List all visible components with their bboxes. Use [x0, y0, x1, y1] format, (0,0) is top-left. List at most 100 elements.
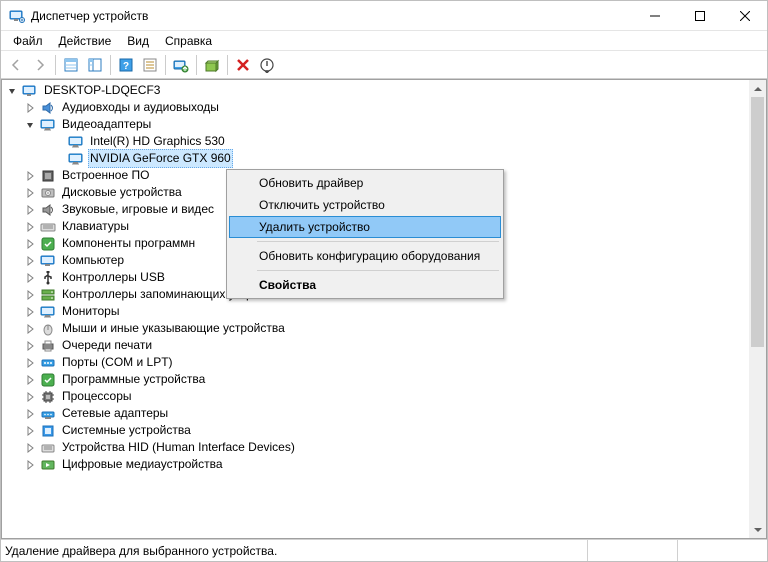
tree-category[interactable]: Аудиовходы и аудиовыходы — [2, 99, 749, 116]
toolbar-disable-button[interactable] — [256, 54, 278, 76]
toolbar-properties-button[interactable] — [139, 54, 161, 76]
device-icon — [40, 423, 56, 439]
context-menu-separator — [257, 270, 499, 271]
app-icon — [9, 8, 25, 24]
titlebar: Диспетчер устройств — [1, 1, 767, 31]
context-menu: Обновить драйверОтключить устройствоУдал… — [226, 169, 504, 299]
expand-icon[interactable] — [24, 340, 36, 352]
maximize-button[interactable] — [677, 1, 722, 30]
close-button[interactable] — [722, 1, 767, 30]
toolbar: ? — [1, 51, 767, 79]
collapse-icon[interactable] — [24, 119, 36, 131]
tree-scroll-region[interactable]: DESKTOP-LDQECF3 Аудиовходы и аудиовыходы… — [2, 80, 749, 538]
tree-node-label: Программные устройства — [60, 371, 207, 388]
tree-device[interactable]: NVIDIA GeForce GTX 960 — [2, 150, 749, 167]
vertical-scrollbar[interactable] — [749, 80, 766, 538]
toolbar-update-driver-button[interactable] — [170, 54, 192, 76]
tree-category[interactable]: Видеоадаптеры — [2, 116, 749, 133]
expand-icon[interactable] — [24, 442, 36, 454]
tree-category[interactable]: Очереди печати — [2, 337, 749, 354]
tree-node-label: Компоненты программн — [60, 235, 197, 252]
menu-action[interactable]: Действие — [51, 32, 120, 50]
expand-icon[interactable] — [24, 323, 36, 335]
tree-node-label: Клавиатуры — [60, 218, 131, 235]
expand-icon[interactable] — [24, 357, 36, 369]
menu-file[interactable]: Файл — [5, 32, 51, 50]
device-icon — [40, 185, 56, 201]
tree-node-label: Мониторы — [60, 303, 121, 320]
toolbar-divider — [55, 55, 56, 75]
expand-icon[interactable] — [24, 238, 36, 250]
tree-node-label: Звуковые, игровые и видес — [60, 201, 216, 218]
context-menu-item[interactable]: Отключить устройство — [229, 194, 501, 216]
expand-icon[interactable] — [24, 289, 36, 301]
tree-category[interactable]: Сетевые адаптеры — [2, 405, 749, 422]
tree-node-label: Видеоадаптеры — [60, 116, 153, 133]
minimize-button[interactable] — [632, 1, 677, 30]
context-menu-item[interactable]: Свойства — [229, 274, 501, 296]
toolbar-uninstall-button[interactable] — [232, 54, 254, 76]
expand-icon[interactable] — [24, 425, 36, 437]
tree-category[interactable]: Процессоры — [2, 388, 749, 405]
tree-node-label: Аудиовходы и аудиовыходы — [60, 99, 221, 116]
tree-root[interactable]: DESKTOP-LDQECF3 — [2, 82, 749, 99]
tree-category[interactable]: Устройства HID (Human Interface Devices) — [2, 439, 749, 456]
device-icon — [40, 100, 56, 116]
context-menu-item[interactable]: Обновить драйвер — [229, 172, 501, 194]
statusbar-cell — [587, 540, 677, 561]
scroll-down-arrow[interactable] — [749, 521, 766, 538]
expand-icon[interactable] — [24, 408, 36, 420]
device-icon — [40, 440, 56, 456]
context-menu-separator — [257, 241, 499, 242]
statusbar-text: Удаление драйвера для выбранного устройс… — [1, 544, 587, 558]
device-icon — [40, 253, 56, 269]
scroll-thumb[interactable] — [751, 97, 764, 347]
toolbar-view2-button[interactable] — [84, 54, 106, 76]
expand-icon[interactable] — [24, 306, 36, 318]
expand-icon[interactable] — [24, 102, 36, 114]
tree-device[interactable]: Intel(R) HD Graphics 530 — [2, 133, 749, 150]
tree-node-label: Очереди печати — [60, 337, 154, 354]
toolbar-scan-button[interactable] — [201, 54, 223, 76]
device-icon — [40, 355, 56, 371]
back-button — [5, 54, 27, 76]
tree-node-label: DESKTOP-LDQECF3 — [42, 82, 162, 99]
tree-category[interactable]: Системные устройства — [2, 422, 749, 439]
expand-icon[interactable] — [24, 187, 36, 199]
expand-icon[interactable] — [24, 391, 36, 403]
expand-icon[interactable] — [24, 221, 36, 233]
device-icon — [40, 372, 56, 388]
expand-icon[interactable] — [24, 374, 36, 386]
device-icon — [40, 202, 56, 218]
tree-node-label: Компьютер — [60, 252, 126, 269]
context-menu-item[interactable]: Обновить конфигурацию оборудования — [229, 245, 501, 267]
tree-node-label: Цифровые медиаустройства — [60, 456, 225, 473]
expand-icon[interactable] — [24, 272, 36, 284]
device-icon — [40, 287, 56, 303]
tree-category[interactable]: Мониторы — [2, 303, 749, 320]
tree-category[interactable]: Порты (COM и LPT) — [2, 354, 749, 371]
expand-icon[interactable] — [24, 204, 36, 216]
collapse-icon[interactable] — [6, 85, 18, 97]
tree-node-label: Мыши и иные указывающие устройства — [60, 320, 287, 337]
expand-icon[interactable] — [24, 170, 36, 182]
device-icon — [40, 338, 56, 354]
statusbar: Удаление драйвера для выбранного устройс… — [1, 539, 767, 561]
expand-icon[interactable] — [24, 459, 36, 471]
toolbar-view1-button[interactable] — [60, 54, 82, 76]
statusbar-cell — [677, 540, 767, 561]
tree-category[interactable]: Мыши и иные указывающие устройства — [2, 320, 749, 337]
menu-view[interactable]: Вид — [119, 32, 157, 50]
toolbar-help-button[interactable]: ? — [115, 54, 137, 76]
tree-node-label: Порты (COM и LPT) — [60, 354, 175, 371]
menu-help[interactable]: Справка — [157, 32, 220, 50]
tree-category[interactable]: Цифровые медиаустройства — [2, 456, 749, 473]
tree-category[interactable]: Программные устройства — [2, 371, 749, 388]
context-menu-item[interactable]: Удалить устройство — [229, 216, 501, 238]
tree-node-label: Устройства HID (Human Interface Devices) — [60, 439, 297, 456]
tree-node-label: Встроенное ПО — [60, 167, 151, 184]
scroll-up-arrow[interactable] — [749, 80, 766, 97]
svg-text:?: ? — [123, 61, 129, 72]
scroll-track[interactable] — [749, 97, 766, 521]
expand-icon[interactable] — [24, 255, 36, 267]
